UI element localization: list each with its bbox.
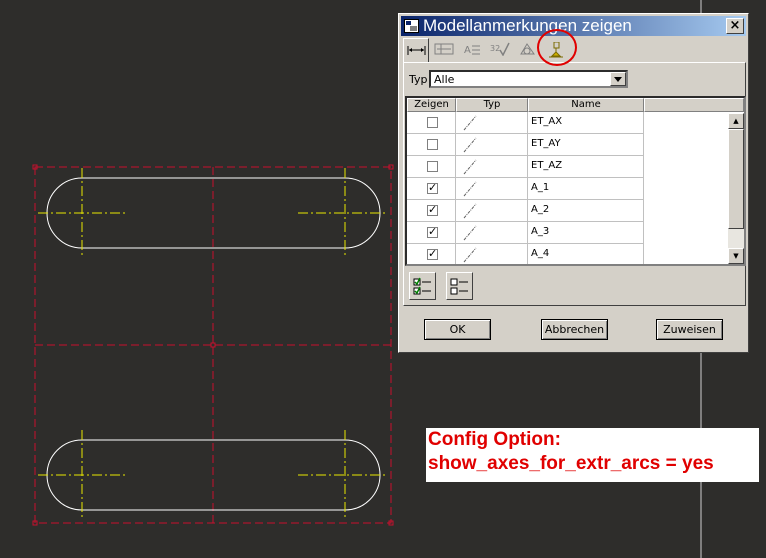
type-cell bbox=[456, 156, 528, 178]
table-row[interactable]: ET_AX bbox=[407, 112, 727, 134]
select-all-button[interactable] bbox=[409, 272, 436, 300]
name-cell: A_2 bbox=[528, 200, 644, 222]
show-checkbox[interactable] bbox=[427, 117, 438, 128]
type-cell bbox=[456, 134, 528, 156]
name-cell: ET_AZ bbox=[528, 156, 644, 178]
dialog-title-bar[interactable]: Modellanmerkungen zeigen × bbox=[401, 16, 746, 36]
annotations-table: Zeigen Typ Name ET_AX ET_AY ET_AZ A_1 A_2 A_3… bbox=[405, 96, 746, 266]
datum-axis-type-icon bbox=[463, 225, 477, 241]
tab-tolerances[interactable] bbox=[431, 38, 457, 62]
datum-axis-type-icon bbox=[463, 203, 477, 219]
show-checkbox[interactable] bbox=[427, 139, 438, 150]
datum-axis-type-icon bbox=[463, 181, 477, 197]
table-row[interactable]: ET_AY bbox=[407, 134, 727, 156]
show-cell bbox=[407, 200, 456, 222]
column-header-name[interactable]: Name bbox=[528, 98, 644, 112]
dimension-icon bbox=[407, 46, 426, 55]
table-row[interactable]: ET_AZ bbox=[407, 156, 727, 178]
type-cell bbox=[456, 222, 528, 244]
datum-axis-type-icon bbox=[463, 159, 477, 175]
typ-label: Typ bbox=[409, 73, 428, 86]
symbol-icon: 32 bbox=[490, 42, 510, 56]
svg-text:32: 32 bbox=[490, 44, 500, 53]
type-cell bbox=[456, 178, 528, 200]
annotation-name: A_1 bbox=[531, 182, 550, 193]
chevron-down-icon bbox=[614, 77, 622, 82]
column-header-show[interactable]: Zeigen bbox=[407, 98, 456, 112]
show-checkbox[interactable] bbox=[427, 181, 438, 194]
config-option-value: show_axes_for_extr_arcs = yes bbox=[428, 453, 714, 474]
show-cell bbox=[407, 156, 456, 178]
name-cell: A_3 bbox=[528, 222, 644, 244]
show-checkbox[interactable] bbox=[427, 203, 438, 216]
deselect-all-button[interactable] bbox=[446, 272, 473, 300]
datum-axis-type-icon bbox=[463, 247, 477, 263]
table-row[interactable]: A_2 bbox=[407, 200, 727, 222]
close-button[interactable]: × bbox=[726, 18, 744, 34]
tab-symbols[interactable]: 32 bbox=[487, 38, 513, 62]
typ-filter-value: Alle bbox=[434, 73, 455, 86]
scroll-up-button[interactable]: ▲ bbox=[728, 113, 744, 129]
surface-finish-icon bbox=[520, 43, 535, 55]
column-header-type[interactable]: Typ bbox=[456, 98, 528, 112]
datum-axis-type-icon bbox=[463, 137, 477, 153]
show-checkbox[interactable] bbox=[427, 161, 438, 172]
show-cell bbox=[407, 112, 456, 134]
name-cell: A_4 bbox=[528, 244, 644, 264]
dialog-title: Modellanmerkungen zeigen bbox=[423, 16, 632, 35]
annotation-name: A_2 bbox=[531, 204, 550, 215]
vertical-scrollbar[interactable]: ▲ ▼ bbox=[728, 113, 744, 264]
datum-axis-type-icon bbox=[463, 115, 477, 131]
annotation-name: ET_AY bbox=[531, 138, 561, 149]
dropdown-arrow[interactable] bbox=[610, 72, 626, 86]
table-row[interactable]: A_4 bbox=[407, 244, 727, 264]
type-cell bbox=[456, 244, 528, 264]
show-checkbox[interactable] bbox=[427, 247, 438, 260]
window-icon bbox=[404, 19, 419, 33]
typ-filter-dropdown[interactable]: Alle bbox=[429, 70, 628, 88]
column-header-spare bbox=[644, 98, 744, 112]
ok-button[interactable]: OK bbox=[424, 319, 491, 340]
note-icon: A bbox=[464, 45, 480, 56]
show-cell bbox=[407, 222, 456, 244]
table-row[interactable]: A_3 bbox=[407, 222, 727, 244]
show-cell bbox=[407, 134, 456, 156]
scroll-thumb[interactable] bbox=[728, 129, 744, 229]
type-cell bbox=[456, 200, 528, 222]
table-row[interactable]: A_1 bbox=[407, 178, 727, 200]
show-checkbox[interactable] bbox=[427, 225, 438, 238]
annotation-name: A_4 bbox=[531, 248, 550, 259]
close-icon: × bbox=[729, 18, 741, 33]
tolerance-icon bbox=[434, 43, 454, 55]
type-cell bbox=[456, 112, 528, 134]
table-header: Zeigen Typ Name bbox=[407, 98, 744, 112]
annotation-name: ET_AZ bbox=[531, 160, 563, 171]
annotation-name: ET_AX bbox=[531, 116, 563, 127]
name-cell: ET_AX bbox=[528, 112, 644, 134]
show-cell bbox=[407, 178, 456, 200]
tab-notes[interactable]: A bbox=[459, 38, 485, 62]
config-option-title: Config Option: bbox=[428, 429, 561, 450]
deselect-all-icon bbox=[450, 278, 468, 295]
scroll-down-button[interactable]: ▼ bbox=[728, 248, 744, 264]
show-annotations-dialog: Modellanmerkungen zeigen × A 32 Typ Alle bbox=[398, 13, 749, 353]
svg-text:A: A bbox=[464, 45, 471, 56]
name-cell: ET_AY bbox=[528, 134, 644, 156]
config-option-callout: Config Option: show_axes_for_extr_arcs =… bbox=[426, 428, 759, 482]
tab-dimensions[interactable] bbox=[403, 38, 429, 62]
name-cell: A_1 bbox=[528, 178, 644, 200]
cancel-button[interactable]: Abbrechen bbox=[541, 319, 608, 340]
annotation-name: A_3 bbox=[531, 226, 550, 237]
highlight-circle bbox=[537, 29, 577, 66]
select-all-icon bbox=[413, 277, 431, 295]
show-cell bbox=[407, 244, 456, 264]
apply-button[interactable]: Zuweisen bbox=[656, 319, 723, 340]
